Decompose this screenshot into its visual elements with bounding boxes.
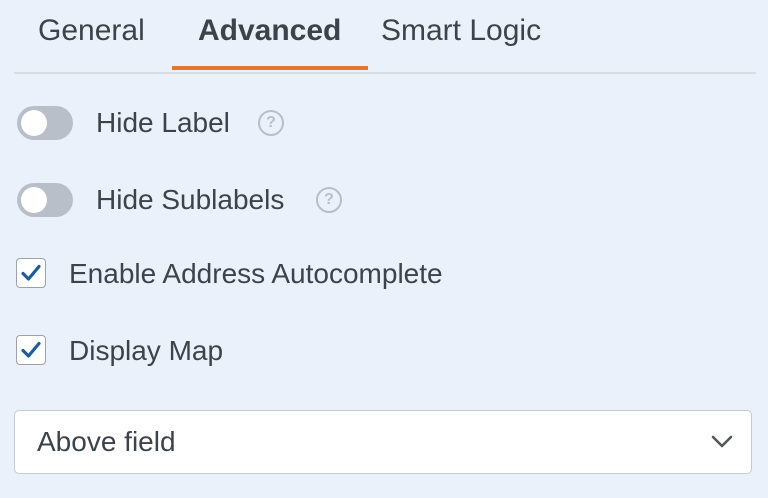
tab-bar: General Advanced Smart Logic bbox=[14, 0, 756, 74]
help-icon[interactable]: ? bbox=[316, 187, 342, 213]
hide-label-toggle[interactable] bbox=[17, 106, 73, 140]
hide-sublabels-row: Hide Sublabels ? bbox=[0, 181, 768, 221]
display-map-row: Display Map bbox=[0, 333, 768, 373]
hide-sublabels-toggle[interactable] bbox=[17, 183, 73, 217]
address-autocomplete-checkbox[interactable] bbox=[16, 258, 46, 288]
address-autocomplete-label: Enable Address Autocomplete bbox=[69, 258, 443, 289]
chevron-down-icon bbox=[711, 435, 733, 448]
hide-label-text: Hide Label bbox=[96, 107, 230, 138]
checkmark-icon bbox=[21, 264, 41, 281]
checkmark-icon bbox=[21, 341, 41, 358]
tab-smart-logic[interactable]: Smart Logic bbox=[381, 14, 541, 48]
display-map-label: Display Map bbox=[69, 335, 224, 366]
address-autocomplete-row: Enable Address Autocomplete bbox=[0, 256, 768, 296]
tab-advanced[interactable]: Advanced bbox=[198, 14, 341, 48]
map-position-select[interactable]: Above field bbox=[14, 410, 752, 474]
hide-label-row: Hide Label ? bbox=[0, 104, 768, 144]
active-tab-indicator bbox=[172, 66, 368, 70]
display-map-checkbox[interactable] bbox=[16, 335, 46, 365]
toggle-knob bbox=[21, 187, 47, 213]
help-icon[interactable]: ? bbox=[258, 110, 284, 136]
select-value: Above field bbox=[37, 426, 176, 457]
hide-sublabels-text: Hide Sublabels bbox=[96, 184, 285, 215]
toggle-knob bbox=[21, 110, 47, 136]
tab-general[interactable]: General bbox=[38, 14, 145, 48]
